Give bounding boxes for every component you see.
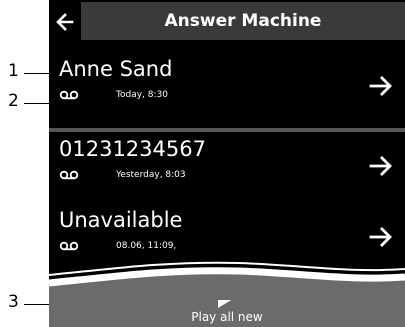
- back-button[interactable]: [49, 0, 81, 43]
- voicemail-icon: [59, 170, 79, 180]
- message-timestamp: 08.06, 11:09,: [116, 241, 177, 251]
- torn-edge-divider: [49, 261, 405, 300]
- caller-name: Anne Sand: [59, 57, 173, 81]
- phone-screen: Answer Machine Anne Sand Today, 8:30 012…: [49, 0, 405, 327]
- message-timestamp: Today, 8:30: [116, 90, 168, 100]
- message-row[interactable]: 01231234567 Yesterday, 8:03: [49, 132, 405, 204]
- header: Answer Machine: [49, 0, 405, 43]
- voicemail-icon: [59, 90, 79, 100]
- arrow-right-icon: [369, 227, 392, 247]
- arrow-right-icon: [369, 76, 392, 96]
- callout-number-1: 1: [8, 61, 19, 81]
- page-title: Answer Machine: [164, 11, 322, 31]
- voicemail-icon: [59, 241, 79, 251]
- caller-name: Unavailable: [59, 208, 183, 232]
- callout-number-2: 2: [8, 91, 19, 111]
- play-all-new-label: Play all new: [191, 310, 263, 324]
- arrow-right-icon: [369, 156, 392, 176]
- message-timestamp: Yesterday, 8:03: [116, 170, 186, 180]
- title-bar: Answer Machine: [81, 2, 405, 40]
- arrow-left-icon: [56, 12, 74, 31]
- callout-number-3: 3: [8, 292, 19, 312]
- message-row[interactable]: Unavailable 08.06, 11:09,: [49, 203, 405, 263]
- caller-name: 01231234567: [59, 137, 206, 161]
- message-row[interactable]: Anne Sand Today, 8:30: [49, 52, 405, 124]
